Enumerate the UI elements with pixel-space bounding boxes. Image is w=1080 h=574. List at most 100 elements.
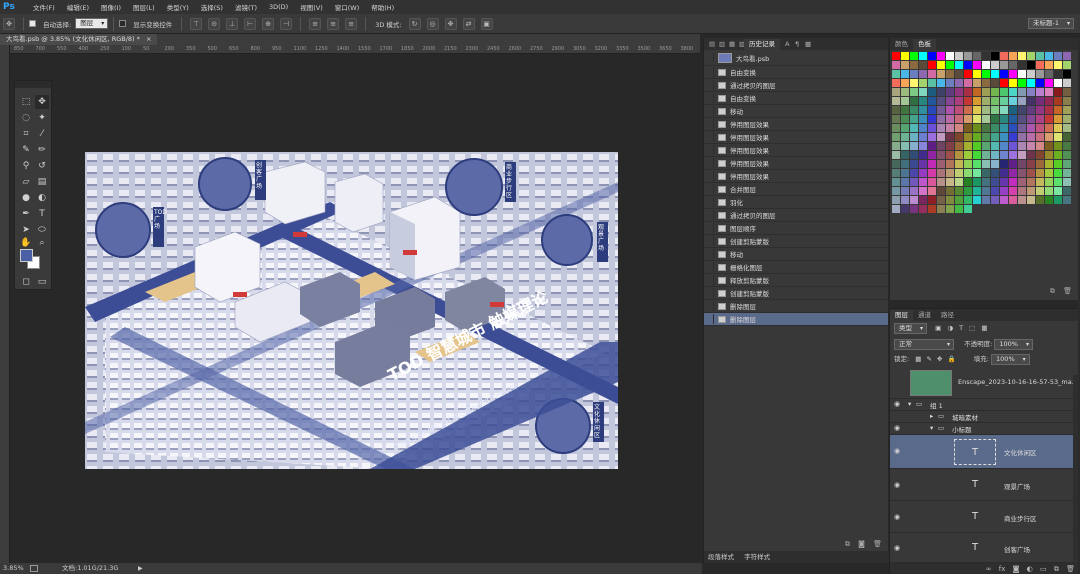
- swatch[interactable]: [1045, 169, 1053, 177]
- swatch[interactable]: [919, 187, 927, 195]
- snapshot-checkbox[interactable]: [704, 52, 714, 63]
- swatch[interactable]: [901, 205, 909, 213]
- swatch[interactable]: [946, 160, 954, 168]
- swatch[interactable]: [973, 61, 981, 69]
- swatch[interactable]: [1009, 70, 1017, 78]
- swatch[interactable]: [955, 97, 963, 105]
- move-tool-icon[interactable]: ✥: [35, 95, 49, 109]
- swatch[interactable]: [901, 169, 909, 177]
- swatch[interactable]: [991, 160, 999, 168]
- swatch[interactable]: [946, 124, 954, 132]
- swatch[interactable]: [946, 61, 954, 69]
- swatch[interactable]: [955, 196, 963, 204]
- swatch[interactable]: [1063, 169, 1071, 177]
- swatch[interactable]: [1009, 97, 1017, 105]
- swatch[interactable]: [1009, 151, 1017, 159]
- history-item-checkbox[interactable]: [704, 262, 714, 272]
- arrow-right-icon[interactable]: ▶: [138, 563, 143, 574]
- swatch[interactable]: [892, 133, 900, 141]
- hand-tool-icon[interactable]: ✋: [19, 236, 33, 250]
- swatch[interactable]: [1045, 61, 1053, 69]
- swatch[interactable]: [919, 142, 927, 150]
- lock-paint-icon[interactable]: ✎: [927, 355, 932, 363]
- folder-icon[interactable]: ▭: [1040, 565, 1047, 573]
- swatch[interactable]: [964, 133, 972, 141]
- swatch[interactable]: [937, 142, 945, 150]
- link-icon[interactable]: ∞: [986, 565, 992, 573]
- swatch[interactable]: [901, 160, 909, 168]
- swatch[interactable]: [955, 115, 963, 123]
- blur-tool-icon[interactable]: ●: [19, 191, 33, 205]
- swatch[interactable]: [1027, 160, 1035, 168]
- swatch[interactable]: [910, 88, 918, 96]
- swatch[interactable]: [964, 196, 972, 204]
- swatch[interactable]: [1045, 160, 1053, 168]
- swatch[interactable]: [928, 115, 936, 123]
- swatch[interactable]: [991, 169, 999, 177]
- filter-type-icon[interactable]: T: [959, 324, 963, 332]
- swatch[interactable]: [1000, 133, 1008, 141]
- swatch[interactable]: [964, 115, 972, 123]
- swatch[interactable]: [910, 106, 918, 114]
- swatch[interactable]: [1027, 187, 1035, 195]
- swatch[interactable]: [1009, 133, 1017, 141]
- swatch[interactable]: [973, 79, 981, 87]
- tab-channels[interactable]: 通道: [913, 310, 936, 321]
- swatch[interactable]: [1045, 133, 1053, 141]
- distribute-icon[interactable]: ≡: [327, 17, 340, 30]
- swatch[interactable]: [892, 61, 900, 69]
- swatch[interactable]: [937, 79, 945, 87]
- swatch[interactable]: [937, 196, 945, 204]
- swatch[interactable]: [928, 79, 936, 87]
- swatch[interactable]: [964, 178, 972, 186]
- swatch[interactable]: [1036, 52, 1044, 60]
- swatch[interactable]: [919, 151, 927, 159]
- swatch[interactable]: [982, 70, 990, 78]
- menu-3d[interactable]: 3D(D): [263, 3, 294, 11]
- swatch[interactable]: [892, 160, 900, 168]
- swatch[interactable]: [1027, 97, 1035, 105]
- swatch[interactable]: [946, 106, 954, 114]
- tab-swatches[interactable]: 色板: [913, 39, 936, 50]
- swatch[interactable]: [1036, 124, 1044, 132]
- swatch[interactable]: [964, 160, 972, 168]
- eye-icon[interactable]: ◉: [894, 513, 900, 521]
- swatch[interactable]: [1036, 160, 1044, 168]
- swatch[interactable]: [982, 178, 990, 186]
- history-item[interactable]: 栅格化图层: [704, 261, 888, 274]
- swatch[interactable]: [991, 124, 999, 132]
- swatch[interactable]: [928, 160, 936, 168]
- swatch[interactable]: [1000, 160, 1008, 168]
- swatch[interactable]: [892, 52, 900, 60]
- swatch[interactable]: [1036, 61, 1044, 69]
- swatch[interactable]: [910, 142, 918, 150]
- swatch[interactable]: [901, 178, 909, 186]
- swatch[interactable]: [919, 97, 927, 105]
- swatch[interactable]: [928, 52, 936, 60]
- align-hcenter-icon[interactable]: ⊕: [262, 17, 275, 30]
- swatch[interactable]: [1027, 142, 1035, 150]
- swatch[interactable]: [946, 196, 954, 204]
- history-item[interactable]: 通过拷贝的图层: [704, 209, 888, 222]
- swatch[interactable]: [1027, 106, 1035, 114]
- swatch[interactable]: [1063, 79, 1071, 87]
- swatch[interactable]: [1000, 142, 1008, 150]
- history-item-checkbox[interactable]: [704, 145, 714, 155]
- swatch[interactable]: [892, 205, 900, 213]
- swatch[interactable]: [982, 196, 990, 204]
- swatch[interactable]: [910, 97, 918, 105]
- swatch[interactable]: [1036, 196, 1044, 204]
- swatch[interactable]: [1000, 79, 1008, 87]
- panel-icon[interactable]: A: [780, 39, 790, 50]
- align-vcenter-icon[interactable]: ⊝: [208, 17, 221, 30]
- swatch[interactable]: [1000, 169, 1008, 177]
- swatch[interactable]: [910, 79, 918, 87]
- adjustment-icon[interactable]: ◐: [1027, 565, 1033, 573]
- filter-smart-icon[interactable]: ▦: [981, 324, 987, 332]
- swatch[interactable]: [1018, 70, 1026, 78]
- swatch[interactable]: [910, 169, 918, 177]
- history-item[interactable]: 羽化: [704, 196, 888, 209]
- swatch[interactable]: [1036, 169, 1044, 177]
- history-item-checkbox[interactable]: [704, 93, 714, 103]
- history-brush-icon[interactable]: ↺: [35, 159, 49, 173]
